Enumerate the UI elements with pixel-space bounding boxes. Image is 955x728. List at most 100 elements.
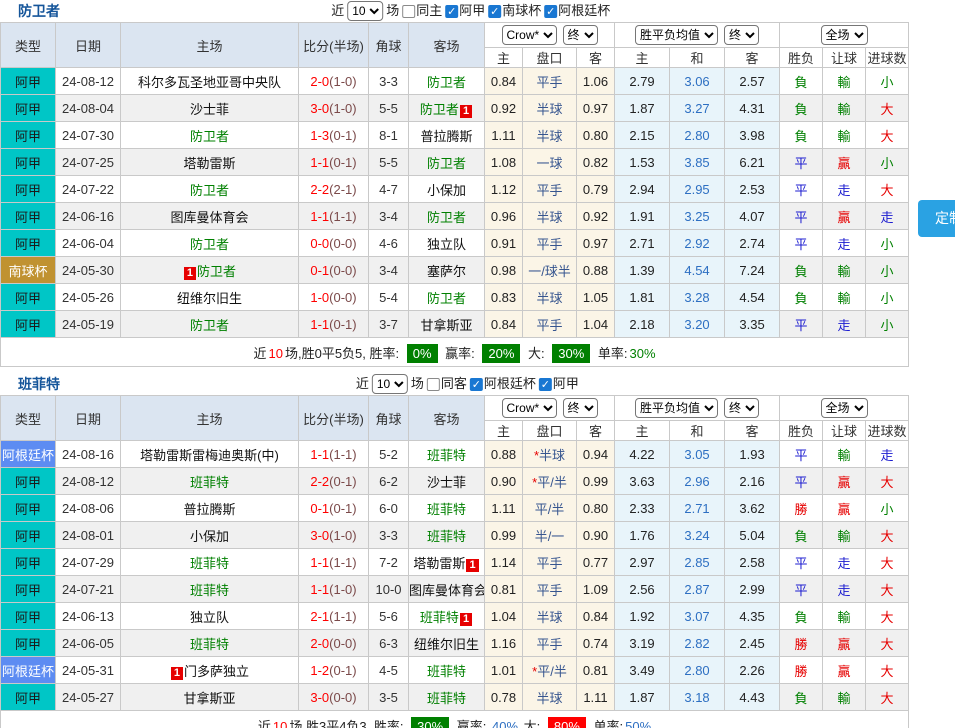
filter-checkbox-label: 阿根廷杯 bbox=[558, 0, 610, 22]
match-date: 24-06-04 bbox=[56, 230, 121, 257]
match-date: 24-05-27 bbox=[56, 684, 121, 711]
avg-away-odds: 4.07 bbox=[725, 203, 780, 230]
select-group-header: 全场 bbox=[780, 396, 909, 421]
avg-away-odds: 5.04 bbox=[725, 522, 780, 549]
handicap-cell: 平手 bbox=[523, 176, 577, 203]
filter-checkbox[interactable]: ✓ bbox=[544, 5, 557, 18]
summary-part: 10 bbox=[273, 719, 287, 728]
corner-count: 3-3 bbox=[369, 522, 409, 549]
result-handicap: 輸 bbox=[823, 68, 866, 95]
filter-checkbox[interactable]: ✓ bbox=[445, 5, 458, 18]
crow-away-odds: 1.11 bbox=[577, 684, 615, 711]
select-group-header: 胜平负均值终 bbox=[615, 396, 780, 421]
match-date: 24-07-25 bbox=[56, 149, 121, 176]
handicap-label: 半球 bbox=[536, 291, 562, 306]
corner-count: 8-1 bbox=[369, 122, 409, 149]
result-outcome: 負 bbox=[780, 68, 823, 95]
result-goals: 大 bbox=[866, 603, 909, 630]
match-row: 阿甲24-05-19防卫者1-1(0-1)3-7甘拿斯亚0.84平手1.042.… bbox=[1, 311, 909, 338]
filter-checkbox[interactable]: ✓ bbox=[488, 5, 501, 18]
near-label: 近 bbox=[331, 0, 344, 22]
odds-company-select[interactable]: Crow* bbox=[502, 398, 557, 418]
filter-checkbox[interactable] bbox=[402, 5, 415, 18]
sub-column-header: 和 bbox=[670, 48, 725, 68]
avg-away-odds: 3.98 bbox=[725, 122, 780, 149]
away-team-cell: 图库曼体育会 bbox=[409, 576, 485, 603]
crow-away-odds: 1.09 bbox=[577, 576, 615, 603]
handicap-cell: 半球 bbox=[523, 603, 577, 630]
recent-count-select[interactable]: 10 bbox=[372, 374, 408, 394]
filter-checkbox[interactable]: ✓ bbox=[539, 378, 552, 391]
halftime-score: (1-0) bbox=[329, 101, 356, 116]
match-scope-select[interactable]: 全场 bbox=[821, 398, 868, 418]
column-header: 角球 bbox=[369, 23, 409, 68]
home-team-name: 塔勒雷斯雷梅迪奥斯(中) bbox=[140, 448, 279, 463]
avg-odds-select[interactable]: 胜平负均值 bbox=[635, 25, 718, 45]
filter-checkbox-label: 阿根廷杯 bbox=[484, 373, 536, 395]
avg-term-select[interactable]: 终 bbox=[724, 25, 759, 45]
away-team-cell: 班菲特 bbox=[409, 495, 485, 522]
column-header: 类型 bbox=[1, 396, 56, 441]
score-cell: 1-1(1-1) bbox=[299, 203, 369, 230]
away-team-name: 图库曼体育会 bbox=[409, 583, 485, 598]
home-team-name: 塔勒雷斯 bbox=[183, 156, 235, 171]
recent-count-select[interactable]: 10 bbox=[347, 1, 383, 21]
column-header: 客场 bbox=[409, 23, 485, 68]
column-header: 角球 bbox=[369, 396, 409, 441]
near-label: 近 bbox=[356, 373, 369, 395]
avg-term-select[interactable]: 终 bbox=[724, 398, 759, 418]
summary-part: 0% bbox=[407, 344, 438, 363]
fulltime-score: 3-0 bbox=[310, 690, 329, 705]
handicap-cell: 半球 bbox=[523, 122, 577, 149]
league-type-badge: 阿甲 bbox=[1, 95, 56, 122]
avg-home-odds: 3.63 bbox=[615, 468, 670, 495]
halftime-score: (0-0) bbox=[329, 290, 356, 305]
score-cell: 0-0(0-0) bbox=[299, 230, 369, 257]
avg-home-odds: 2.79 bbox=[615, 68, 670, 95]
match-row: 阿甲24-06-04防卫者0-0(0-0)4-6独立队0.91平手0.972.7… bbox=[1, 230, 909, 257]
corner-count: 5-5 bbox=[369, 95, 409, 122]
odds-term-select[interactable]: 终 bbox=[563, 25, 598, 45]
away-team-cell: 甘拿斯亚 bbox=[409, 311, 485, 338]
handicap-label: 平/半 bbox=[535, 502, 565, 517]
customize-button[interactable]: 定制 bbox=[918, 200, 955, 237]
filter-checkbox[interactable]: ✓ bbox=[470, 378, 483, 391]
sub-column-header: 盘口 bbox=[523, 48, 577, 68]
halftime-score: (0-0) bbox=[329, 236, 356, 251]
match-date: 24-05-30 bbox=[56, 257, 121, 284]
crow-home-odds: 1.11 bbox=[485, 495, 523, 522]
avg-home-odds: 1.39 bbox=[615, 257, 670, 284]
handicap-cell: 平/半 bbox=[523, 495, 577, 522]
filter-checkbox[interactable] bbox=[427, 378, 440, 391]
corner-count: 6-2 bbox=[369, 468, 409, 495]
avg-away-odds: 3.35 bbox=[725, 311, 780, 338]
avg-away-odds: 4.43 bbox=[725, 684, 780, 711]
away-team-cell: 塔勒雷斯1 bbox=[409, 549, 485, 576]
odds-term-select[interactable]: 终 bbox=[563, 398, 598, 418]
odds-company-select[interactable]: Crow* bbox=[502, 25, 557, 45]
match-scope-select[interactable]: 全场 bbox=[821, 25, 868, 45]
halftime-score: (1-1) bbox=[329, 609, 356, 624]
home-team-cell: 小保加 bbox=[121, 522, 299, 549]
match-row: 阿甲24-08-06普拉腾斯0-1(0-1)6-0班菲特1.11平/半0.802… bbox=[1, 495, 909, 522]
avg-away-odds: 3.62 bbox=[725, 495, 780, 522]
match-date: 24-06-05 bbox=[56, 630, 121, 657]
summary-part: 50% bbox=[625, 719, 651, 728]
result-handicap: 贏 bbox=[823, 657, 866, 684]
result-goals: 大 bbox=[866, 576, 909, 603]
handicap-label: 平/半 bbox=[537, 664, 567, 679]
home-team-name: 小保加 bbox=[190, 529, 229, 544]
corner-count: 7-2 bbox=[369, 549, 409, 576]
fulltime-score: 1-1 bbox=[310, 209, 329, 224]
result-handicap: 贏 bbox=[823, 495, 866, 522]
crow-away-odds: 0.94 bbox=[577, 441, 615, 468]
league-type-badge: 阿甲 bbox=[1, 630, 56, 657]
home-team-name: 班菲特 bbox=[190, 637, 229, 652]
fulltime-score: 0-1 bbox=[310, 501, 329, 516]
crow-home-odds: 0.98 bbox=[485, 257, 523, 284]
handicap-cell: 平手 bbox=[523, 230, 577, 257]
home-team-name: 门多萨独立 bbox=[184, 664, 249, 679]
avg-odds-select[interactable]: 胜平负均值 bbox=[635, 398, 718, 418]
result-goals: 小 bbox=[866, 311, 909, 338]
avg-draw-odds: 3.27 bbox=[670, 95, 725, 122]
